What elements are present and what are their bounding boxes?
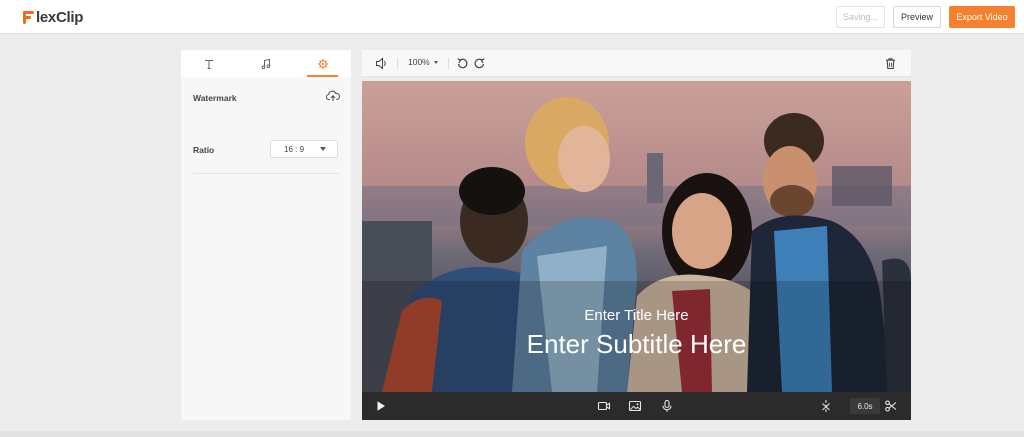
export-video-button[interactable]: Export Video bbox=[949, 6, 1015, 28]
tab-music[interactable] bbox=[238, 50, 295, 77]
preview-button[interactable]: Preview bbox=[893, 6, 941, 28]
toolbar-separator bbox=[397, 58, 398, 69]
tab-settings[interactable] bbox=[294, 50, 351, 77]
player-bar: 6.0s bbox=[362, 392, 911, 420]
flexclip-logo-mark-icon bbox=[23, 10, 35, 24]
zoom-value: 100% bbox=[408, 57, 430, 67]
video-camera-icon[interactable] bbox=[597, 399, 611, 413]
volume-icon[interactable] bbox=[375, 57, 388, 70]
saving-button: Saving... bbox=[836, 6, 885, 28]
caret-down-icon bbox=[433, 60, 438, 64]
panel-tabs bbox=[181, 50, 351, 77]
undo-icon[interactable] bbox=[456, 57, 469, 70]
title-text[interactable]: Enter Title Here bbox=[362, 307, 911, 324]
video-canvas[interactable]: Enter Title Here Enter Subtitle Here bbox=[362, 81, 911, 392]
play-icon[interactable] bbox=[374, 399, 388, 413]
top-bar: lexClip Saving... Preview Export Video bbox=[0, 0, 1024, 34]
text-icon bbox=[205, 59, 214, 69]
caret-down-icon bbox=[320, 147, 326, 151]
logo-text: lexClip bbox=[36, 8, 84, 26]
tab-text[interactable] bbox=[181, 50, 238, 77]
scissors-icon[interactable] bbox=[884, 399, 898, 413]
image-icon[interactable] bbox=[628, 399, 642, 413]
subtitle-text[interactable]: Enter Subtitle Here bbox=[362, 329, 911, 360]
settings-panel: Watermark Ratio 16 : 9 bbox=[181, 50, 351, 420]
trash-icon[interactable] bbox=[884, 57, 897, 70]
cloud-upload-icon[interactable] bbox=[326, 90, 340, 102]
editor-toolbar: 100% bbox=[362, 50, 911, 77]
duration-badge: 6.0s bbox=[850, 398, 880, 414]
ratio-label: Ratio bbox=[193, 145, 215, 155]
timeline-strip bbox=[0, 431, 1024, 437]
toolbar-separator bbox=[448, 58, 449, 69]
watermark-label: Watermark bbox=[193, 93, 237, 103]
music-icon bbox=[261, 58, 271, 69]
panel-divider bbox=[193, 173, 339, 174]
split-icon[interactable] bbox=[819, 399, 833, 413]
ratio-value: 16 : 9 bbox=[284, 144, 305, 154]
gear-icon bbox=[317, 58, 328, 69]
redo-icon[interactable] bbox=[473, 57, 486, 70]
flexclip-logo[interactable]: lexClip bbox=[23, 8, 83, 26]
microphone-icon[interactable] bbox=[660, 399, 674, 413]
zoom-select[interactable]: 100% bbox=[408, 57, 438, 67]
ratio-select[interactable]: 16 : 9 bbox=[270, 140, 338, 158]
